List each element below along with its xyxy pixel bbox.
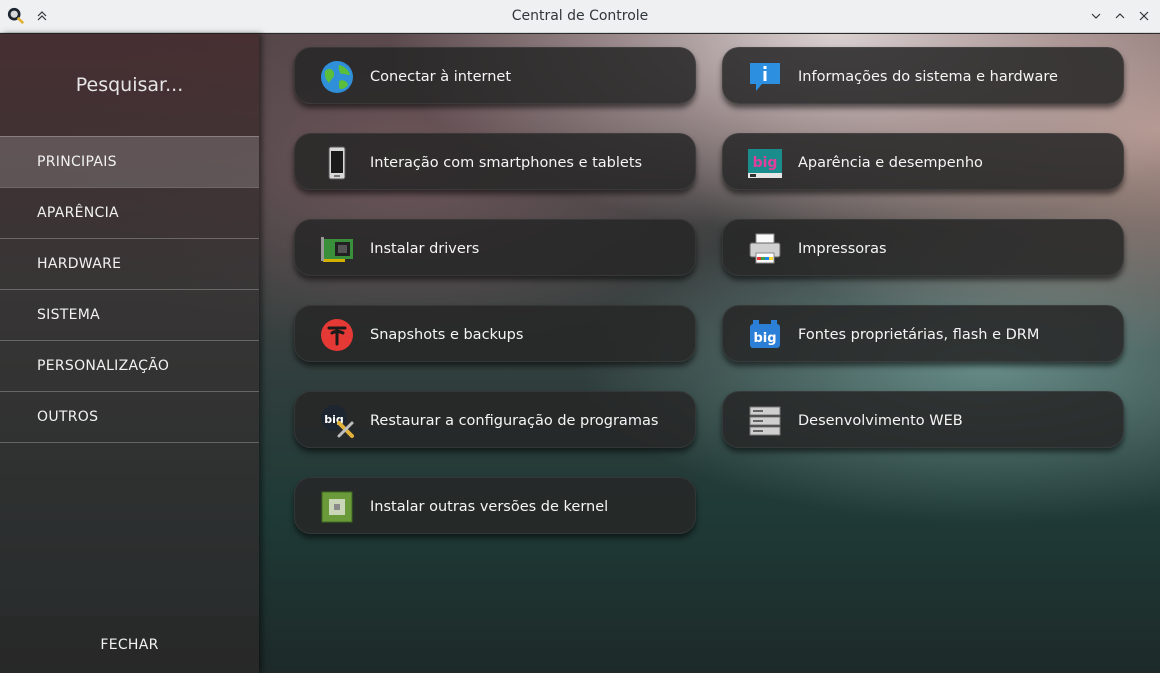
search-input[interactable]: Pesquisar... bbox=[0, 34, 259, 136]
category-nav: PRINCIPAIS APARÊNCIA HARDWARE SISTEMA PE… bbox=[0, 136, 259, 443]
card-restaurar-config[interactable]: big Restaurar a configuração de programa… bbox=[294, 391, 696, 448]
minimize-icon[interactable] bbox=[1086, 6, 1106, 26]
chip-icon bbox=[319, 489, 355, 525]
card-label: Conectar à internet bbox=[370, 68, 512, 85]
close-button[interactable]: FECHAR bbox=[0, 616, 259, 673]
sidebar-item-principais[interactable]: PRINCIPAIS bbox=[0, 136, 259, 187]
card-desenvolvimento-web[interactable]: Desenvolvimento WEB bbox=[722, 391, 1124, 448]
card-instalar-drivers[interactable]: Instalar drivers bbox=[294, 219, 696, 276]
graphics-card-icon bbox=[319, 231, 355, 267]
close-icon[interactable] bbox=[1134, 6, 1154, 26]
big-appearance-icon: big bbox=[747, 145, 783, 181]
sidebar-item-aparencia[interactable]: APARÊNCIA bbox=[0, 187, 259, 238]
card-label: Desenvolvimento WEB bbox=[798, 412, 963, 429]
card-kernel[interactable]: Instalar outras versões de kernel bbox=[294, 477, 696, 534]
card-label: Snapshots e backups bbox=[370, 326, 524, 343]
sidebar-item-label: SISTEMA bbox=[37, 307, 101, 323]
keep-above-icon[interactable] bbox=[32, 6, 52, 26]
sidebar-item-personalizacao[interactable]: PERSONALIZAÇÃO bbox=[0, 340, 259, 391]
sidebar-item-hardware[interactable]: HARDWARE bbox=[0, 238, 259, 289]
big-codecs-icon: big bbox=[747, 317, 783, 353]
card-label: Instalar outras versões de kernel bbox=[370, 498, 609, 515]
close-button-label: FECHAR bbox=[100, 636, 159, 653]
info-icon bbox=[747, 59, 783, 95]
svg-text:big: big bbox=[753, 331, 776, 346]
main-area: Pesquisar... PRINCIPAIS APARÊNCIA HARDWA… bbox=[0, 34, 1160, 673]
card-conectar-internet[interactable]: Conectar à internet bbox=[294, 47, 696, 104]
globe-icon bbox=[319, 59, 355, 95]
sidebar-item-label: PRINCIPAIS bbox=[37, 154, 117, 170]
card-info-sistema[interactable]: Informações do sistema e hardware bbox=[722, 47, 1124, 104]
sidebar-item-outros[interactable]: OUTROS bbox=[0, 391, 259, 442]
card-fontes-drm[interactable]: big Fontes proprietárias, flash e DRM bbox=[722, 305, 1124, 362]
printer-icon bbox=[747, 231, 783, 267]
divider bbox=[0, 442, 259, 443]
card-label: Restaurar a configuração de programas bbox=[370, 412, 659, 429]
sidebar-item-sistema[interactable]: SISTEMA bbox=[0, 289, 259, 340]
card-smartphones[interactable]: Interação com smartphones e tablets bbox=[294, 133, 696, 190]
sidebar-item-label: OUTROS bbox=[37, 409, 99, 425]
sidebar-item-label: APARÊNCIA bbox=[37, 205, 119, 221]
card-label: Informações do sistema e hardware bbox=[798, 68, 1058, 85]
server-icon bbox=[747, 403, 783, 439]
smartphone-icon bbox=[319, 145, 355, 181]
timeshift-icon bbox=[319, 317, 355, 353]
card-label: Interação com smartphones e tablets bbox=[370, 154, 643, 171]
card-label: Instalar drivers bbox=[370, 240, 480, 257]
app-icon[interactable] bbox=[6, 6, 26, 26]
card-aparencia[interactable]: big Aparência e desempenho bbox=[722, 133, 1124, 190]
sidebar-item-label: HARDWARE bbox=[37, 256, 122, 272]
svg-text:big: big bbox=[753, 155, 778, 171]
card-label: Fontes proprietárias, flash e DRM bbox=[798, 326, 1040, 343]
card-label: Impressoras bbox=[798, 240, 887, 257]
title-bar: Central de Controle bbox=[0, 0, 1160, 33]
big-tools-icon: big bbox=[319, 403, 355, 439]
window-title: Central de Controle bbox=[511, 8, 649, 24]
search-placeholder: Pesquisar... bbox=[75, 74, 184, 96]
card-snapshots[interactable]: Snapshots e backups bbox=[294, 305, 696, 362]
maximize-icon[interactable] bbox=[1110, 6, 1130, 26]
sidebar-item-label: PERSONALIZAÇÃO bbox=[37, 358, 170, 374]
card-impressoras[interactable]: Impressoras bbox=[722, 219, 1124, 276]
sidebar: Pesquisar... PRINCIPAIS APARÊNCIA HARDWA… bbox=[0, 34, 259, 673]
card-label: Aparência e desempenho bbox=[798, 154, 983, 171]
